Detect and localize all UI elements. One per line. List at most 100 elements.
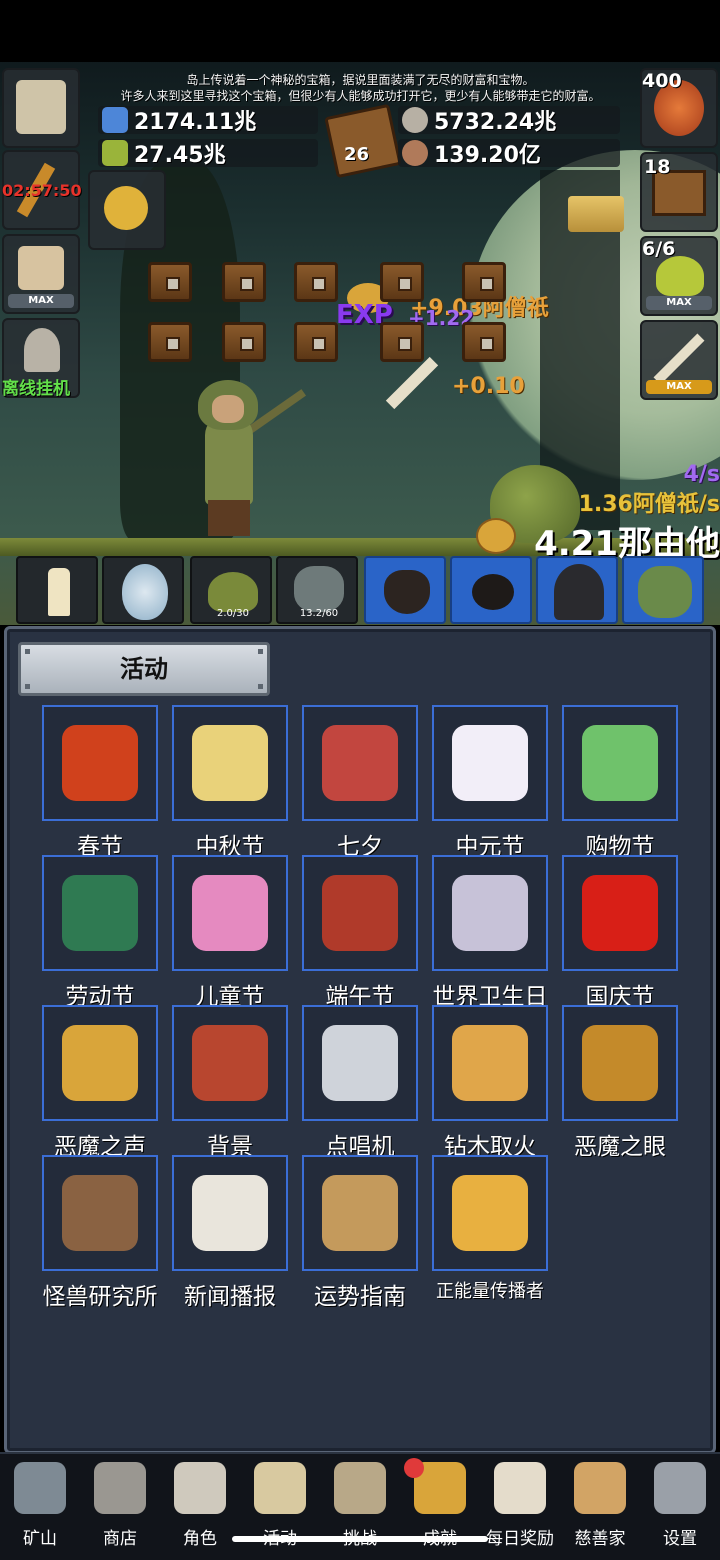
spider-unit[interactable] [450, 556, 532, 624]
nav-item-0[interactable]: 矿山 [0, 1454, 80, 1554]
skull-icon [174, 1462, 226, 1514]
slime-unit-icon [208, 572, 258, 612]
zombie-unit-progress: 13.2/60 [299, 608, 339, 619]
event-5-button[interactable] [42, 855, 158, 971]
lantern-icon [14, 1462, 66, 1514]
event-16-button[interactable] [172, 1155, 288, 1271]
home-indicator[interactable] [232, 1536, 488, 1542]
beer-mug-icon [18, 246, 64, 290]
key-icon [24, 328, 60, 372]
event-9-button[interactable] [562, 855, 678, 971]
event-7-button[interactable] [302, 855, 418, 971]
blue-potion-value: 2174.11兆 [134, 110, 257, 135]
golden-key-icon [104, 186, 148, 230]
nav-item-6[interactable]: 每日奖励 [480, 1454, 560, 1554]
event-16-label: 新闻播报 [184, 1284, 276, 1310]
chest-0-4[interactable] [462, 262, 506, 302]
scroll-slot[interactable] [2, 68, 80, 148]
event-3-button[interactable] [432, 705, 548, 821]
event-8-button[interactable] [432, 855, 548, 971]
ghost-icon [452, 725, 528, 801]
legend-text: 岛上传说着一个神秘的宝箱，据说里面装满了无尽的财富和宝物。 许多人来到这里寻找这… [78, 72, 643, 104]
mug-slot[interactable]: MAX [2, 234, 80, 314]
event-1-button[interactable] [172, 705, 288, 821]
event-11-button[interactable] [172, 1005, 288, 1121]
chest-1-2[interactable] [294, 322, 338, 362]
event-0-button[interactable] [42, 705, 158, 821]
chest-1-1[interactable] [222, 322, 266, 362]
hero-face [212, 395, 244, 423]
coin-value: 5732.24兆 [434, 110, 557, 135]
nav-item-1[interactable]: 商店 [80, 1454, 160, 1554]
tab-activity[interactable]: 活动 [18, 642, 270, 696]
dragon-mask-icon [322, 875, 398, 951]
zombie-unit[interactable]: 13.2/60 [276, 556, 358, 624]
status-bar-area [0, 0, 720, 62]
meat-value: 139.20亿 [434, 143, 541, 168]
event-14-button[interactable] [562, 1005, 678, 1121]
gain-text-3: +0.10 [452, 374, 525, 399]
event-2-button[interactable] [302, 705, 418, 821]
golden-key-slot[interactable] [88, 170, 166, 250]
event-13-button[interactable] [432, 1005, 548, 1121]
bat-demon-icon [384, 570, 430, 614]
total-coin-icon [476, 518, 516, 554]
event-14-label: 恶魔之眼 [574, 1134, 666, 1160]
chest-1-4[interactable] [462, 322, 506, 362]
nav-item-7-label: 慈善家 [574, 1529, 626, 1549]
slime-count: 6/6 [642, 238, 676, 260]
egg-unit[interactable] [102, 556, 184, 624]
bat-unit[interactable] [364, 556, 446, 624]
event-17-button[interactable] [302, 1155, 418, 1271]
candle-unit[interactable] [16, 556, 98, 624]
green-potion-resource: 27.45兆 [98, 139, 318, 168]
event-15-button[interactable] [42, 1155, 158, 1271]
map-icon [334, 1462, 386, 1514]
gear-icon [654, 1462, 706, 1514]
demon-bell-icon [62, 1025, 138, 1101]
event-12-button[interactable] [302, 1005, 418, 1121]
chest-1-3[interactable] [380, 322, 424, 362]
nav-item-7[interactable]: 慈善家 [560, 1454, 640, 1554]
event-18-button[interactable] [432, 1155, 548, 1271]
nav-item-1-label: 商店 [103, 1529, 137, 1549]
gold-bar-icon[interactable] [568, 196, 624, 232]
envelope-icon [494, 1462, 546, 1514]
ore-icon [94, 1462, 146, 1514]
egg-icon [122, 564, 168, 620]
chest-count: 18 [644, 156, 671, 178]
sword-slot[interactable]: MAX [640, 320, 718, 400]
chest-0-0[interactable] [148, 262, 192, 302]
nav-item-8-label: 设置 [663, 1529, 697, 1549]
slime-unit[interactable]: 2.0/30 [190, 556, 272, 624]
chest-0-3[interactable] [380, 262, 424, 302]
research-lab-icon [62, 1175, 138, 1251]
event-4-button[interactable] [562, 705, 678, 821]
slime-max-badge: MAX [646, 296, 712, 310]
slime-unit-progress: 2.0/30 [217, 608, 249, 619]
event-10-button[interactable] [42, 1005, 158, 1121]
notification-dot [404, 1458, 424, 1478]
event-6-button[interactable] [172, 855, 288, 971]
nav-item-8[interactable]: 设置 [640, 1454, 720, 1554]
game-scene[interactable]: 岛上传说着一个神秘的宝箱，据说里面装满了无尽的财富和宝物。 许多人来到这里寻找这… [0, 0, 720, 625]
chest-1-0[interactable] [148, 322, 192, 362]
book-icon[interactable] [324, 103, 402, 179]
newspaper-icon [192, 1175, 268, 1251]
tab-activity-label: 活动 [120, 655, 168, 683]
ambulance-icon [452, 875, 528, 951]
chest-0-2[interactable] [294, 262, 338, 302]
dropped-sword-icon[interactable] [385, 356, 439, 410]
attack-rate: 4/s [683, 462, 720, 487]
sword-icon [653, 333, 705, 385]
nav-item-2[interactable]: 角色 [160, 1454, 240, 1554]
red-lantern-icon [62, 725, 138, 801]
legend-line-1: 岛上传说着一个神秘的宝箱，据说里面装满了无尽的财富和宝物。 [186, 73, 535, 87]
reaper-unit[interactable] [536, 556, 618, 624]
cash-icon [582, 725, 658, 801]
offline-label[interactable]: 离线挂机 [2, 374, 70, 399]
full-moon-icon [192, 725, 268, 801]
orc-unit[interactable] [622, 556, 704, 624]
chest-0-1[interactable] [222, 262, 266, 302]
event-18-label: 正能量传播者 [436, 1281, 544, 1302]
